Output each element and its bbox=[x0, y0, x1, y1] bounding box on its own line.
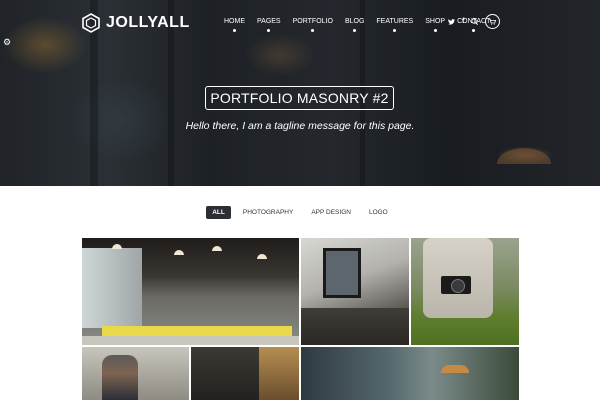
portfolio-item-cafe-interior[interactable] bbox=[82, 238, 299, 345]
portfolio-item-street-portrait[interactable] bbox=[82, 347, 189, 400]
nav-item-blog[interactable]: BLOG bbox=[344, 18, 365, 32]
photo-detail bbox=[102, 355, 138, 400]
photo-detail bbox=[82, 336, 299, 345]
nav-item-label: BLOG bbox=[344, 18, 365, 25]
nav-item-label: HOME bbox=[224, 18, 245, 25]
cart-icon[interactable] bbox=[485, 14, 501, 29]
hero-header: JOLLYALL HOME PAGES PORTFOLIO BLOG FEATU… bbox=[0, 0, 600, 186]
filter-app-design[interactable]: APP DESIGN bbox=[305, 206, 357, 219]
photo-detail bbox=[82, 248, 142, 328]
nav-item-home[interactable]: HOME bbox=[224, 18, 245, 32]
portfolio-item-city-street[interactable] bbox=[191, 347, 299, 400]
nav-item-label: PAGES bbox=[257, 18, 281, 25]
portfolio-filters: ALL PHOTOGRAPHY APP DESIGN LOGO bbox=[0, 206, 600, 219]
nav-item-label: SHOP bbox=[425, 18, 446, 25]
nav-dot bbox=[433, 29, 437, 32]
page-tagline: Hello there, I am a tagline message for … bbox=[185, 120, 415, 132]
nav-item-features[interactable]: FEATURES bbox=[376, 18, 414, 32]
photo-detail bbox=[441, 365, 469, 373]
search-icon[interactable] bbox=[471, 18, 479, 25]
twitter-icon[interactable] bbox=[448, 18, 455, 25]
nav-dot bbox=[233, 29, 236, 32]
photo-detail bbox=[174, 250, 184, 255]
nav-item-portfolio[interactable]: PORTFOLIO bbox=[292, 18, 333, 32]
photo-detail bbox=[301, 308, 409, 345]
facebook-icon[interactable]: f bbox=[462, 18, 464, 25]
portfolio-item-photographer[interactable] bbox=[411, 238, 519, 345]
nav-item-pages[interactable]: PAGES bbox=[257, 18, 281, 32]
nav-item-label: PORTFOLIO bbox=[292, 18, 333, 25]
photo-detail bbox=[112, 244, 122, 249]
nav-item-label: FEATURES bbox=[376, 18, 414, 25]
filter-all[interactable]: ALL bbox=[206, 206, 231, 219]
filter-photography[interactable]: PHOTOGRAPHY bbox=[237, 206, 299, 219]
photo-detail bbox=[323, 248, 361, 298]
nav-item-shop[interactable]: SHOP bbox=[425, 18, 446, 32]
photo-detail bbox=[257, 254, 267, 259]
photo-detail bbox=[441, 276, 471, 294]
portfolio-item-window-view[interactable] bbox=[301, 347, 519, 400]
hamburger-menu-icon[interactable] bbox=[507, 18, 516, 25]
hexagon-logo-icon bbox=[82, 13, 100, 33]
photo-detail bbox=[259, 347, 299, 400]
gear-icon[interactable]: ⚙ bbox=[3, 37, 11, 48]
brand-logo[interactable]: JOLLYALL bbox=[82, 13, 190, 33]
brand-name: JOLLYALL bbox=[106, 14, 190, 31]
page-title: PORTFOLIO MASONRY #2 bbox=[205, 86, 394, 111]
filter-logo[interactable]: LOGO bbox=[363, 206, 394, 219]
photo-detail bbox=[212, 246, 222, 251]
header-icons: f bbox=[448, 14, 516, 29]
portfolio-item-workspace[interactable] bbox=[301, 238, 409, 345]
